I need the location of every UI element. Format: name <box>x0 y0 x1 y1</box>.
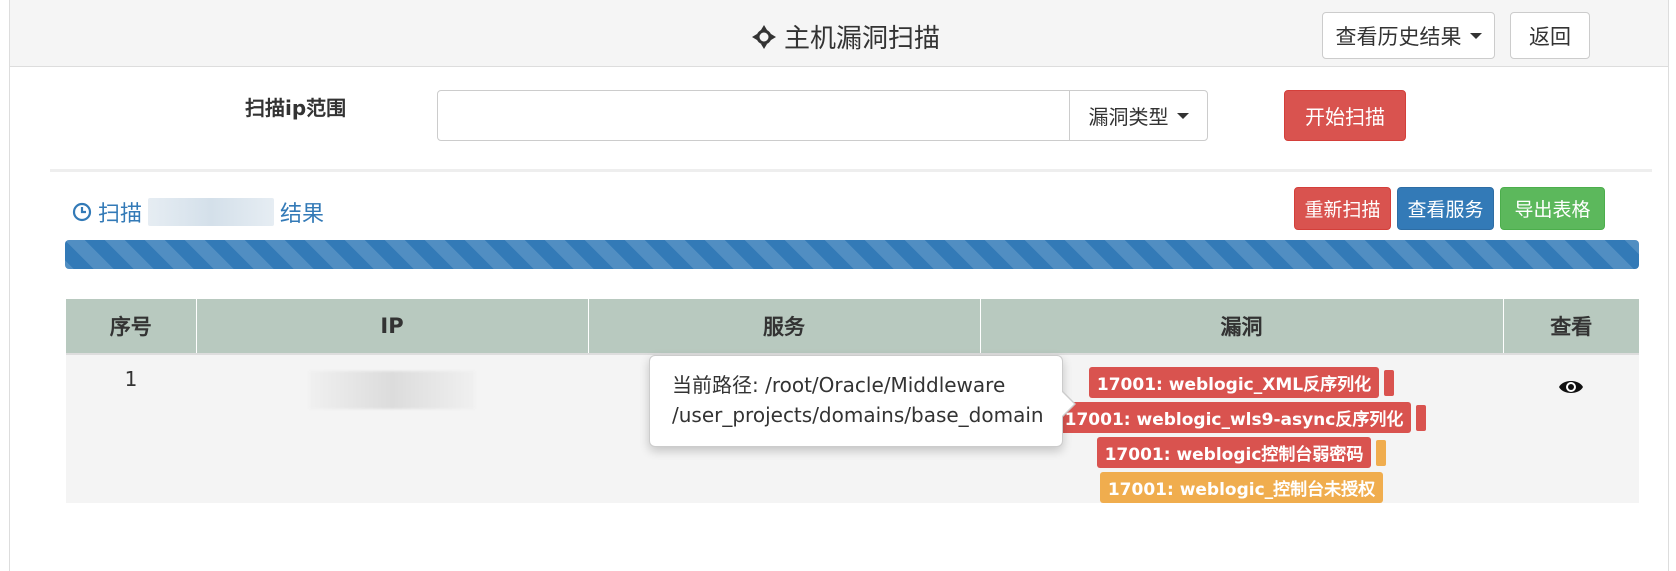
chevron-down-icon <box>1176 112 1189 119</box>
result-heading: 扫描 结果 <box>72 196 324 228</box>
table-header-row: 序号 IP 服务 漏洞 查看 <box>66 299 1639 355</box>
ip-range-label: 扫描ip范围 <box>245 96 347 120</box>
tooltip-line-2: /user_projects/domains/base_domain <box>672 403 1044 427</box>
scan-progress-fill <box>65 240 1639 269</box>
vuln-tag[interactable]: 17001: weblogic_控制台未授权 <box>1099 472 1384 503</box>
back-button[interactable]: 返回 <box>1510 12 1590 59</box>
ip-range-input[interactable] <box>437 90 1070 141</box>
clock-icon <box>72 202 92 222</box>
history-results-dropdown[interactable]: 查看历史结果 <box>1322 12 1495 59</box>
history-results-label: 查看历史结果 <box>1335 24 1462 49</box>
scan-progress-bar <box>65 240 1639 269</box>
redacted-target <box>148 198 275 226</box>
vuln-tag[interactable]: 17001: weblogic控制台弱密码 <box>1096 437 1372 468</box>
page-header: 主机漏洞扫描 查看历史结果 返回 <box>10 0 1668 67</box>
eye-icon[interactable] <box>1558 377 1584 397</box>
col-header-ip: IP <box>196 299 589 355</box>
vuln-item: 17001: weblogic_wls9-async反序列化 <box>1056 402 1427 433</box>
page-title-text: 主机漏洞扫描 <box>784 24 941 54</box>
redacted-ip <box>309 371 475 409</box>
vuln-tag-stub <box>1384 369 1395 396</box>
vuln-tag[interactable]: 17001: weblogic_wls9-async反序列化 <box>1056 402 1412 433</box>
result-heading-prefix: 扫描 <box>98 202 143 227</box>
start-scan-button[interactable]: 开始扫描 <box>1284 90 1406 141</box>
chevron-down-icon <box>1469 32 1482 39</box>
col-header-service: 服务 <box>588 299 981 355</box>
vuln-tag-stub <box>1416 404 1427 431</box>
vuln-type-dropdown[interactable]: 漏洞类型 <box>1069 90 1208 141</box>
vuln-type-label: 漏洞类型 <box>1088 105 1169 129</box>
vuln-item: 17001: weblogic控制台弱密码 <box>1096 437 1387 468</box>
vuln-tag-stub <box>1376 439 1387 466</box>
export-table-button[interactable]: 导出表格 <box>1500 187 1605 230</box>
col-header-index: 序号 <box>66 299 197 355</box>
rescan-button[interactable]: 重新扫描 <box>1294 187 1391 230</box>
col-header-vuln: 漏洞 <box>980 299 1504 355</box>
path-tooltip: 当前路径: /root/Oracle/Middleware /user_proj… <box>649 355 1076 447</box>
vuln-item: 17001: weblogic_控制台未授权 <box>1099 472 1384 503</box>
view-services-button[interactable]: 查看服务 <box>1397 187 1494 230</box>
cell-ip <box>196 354 588 503</box>
cell-view <box>1503 354 1639 503</box>
vuln-tag[interactable]: 17001: weblogic_XML反序列化 <box>1088 367 1380 398</box>
back-button-label: 返回 <box>1529 24 1571 49</box>
col-header-view: 查看 <box>1503 299 1639 355</box>
vuln-item: 17001: weblogic_XML反序列化 <box>1088 367 1395 398</box>
divider <box>50 169 1652 172</box>
tooltip-line-1: 当前路径: /root/Oracle/Middleware <box>672 373 1006 397</box>
cell-index: 1 <box>66 354 196 503</box>
main-panel: 主机漏洞扫描 查看历史结果 返回 扫描ip范围 漏洞类型 开始扫描 扫描 结果 … <box>9 0 1669 571</box>
crosshair-icon <box>752 24 776 49</box>
result-heading-suffix: 结果 <box>280 202 325 227</box>
page-title: 主机漏洞扫描 <box>752 18 940 55</box>
